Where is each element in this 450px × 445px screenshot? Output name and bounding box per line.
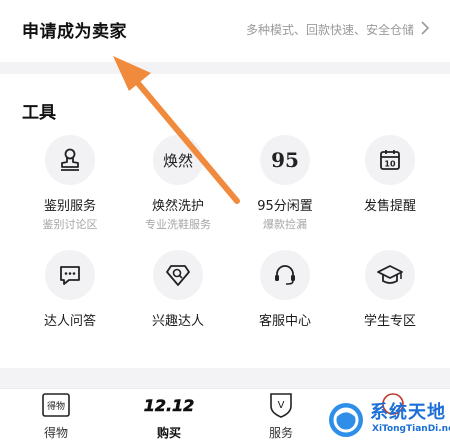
tool-label: 95分闲置 bbox=[257, 199, 313, 214]
headset-icon bbox=[260, 250, 310, 300]
tools-section-title: 工具 bbox=[22, 103, 56, 123]
tool-label: 达人问答 bbox=[43, 314, 96, 329]
tool-label: 发售提醒 bbox=[363, 199, 416, 214]
tool-sublabel: 专业洗鞋服务 bbox=[145, 218, 211, 231]
tool-release-reminder[interactable]: 10 发售提醒 bbox=[334, 135, 446, 214]
tool-authentication-service[interactable]: 鉴别服务 鉴别讨论区 bbox=[14, 135, 126, 232]
graduation-cap-icon bbox=[365, 250, 415, 300]
tool-label: 兴趣达人 bbox=[151, 314, 204, 329]
chat-bubble-icon bbox=[45, 250, 95, 300]
tool-95-idle[interactable]: 95 95分闲置 爆款捡漏 bbox=[229, 135, 341, 232]
tab-service[interactable]: V 服务 bbox=[246, 392, 316, 441]
section-divider bbox=[0, 62, 450, 74]
95-logo-text: 95 bbox=[271, 148, 299, 172]
tab-dewu[interactable]: 得物 得物 bbox=[21, 392, 91, 441]
tool-label: 学生专区 bbox=[363, 314, 416, 329]
tool-student-zone[interactable]: 学生专区 bbox=[334, 250, 446, 329]
become-seller-subtitle: 多种模式、回款快速、安全仓储 bbox=[245, 23, 414, 37]
dewu-logo-text: 得物 bbox=[47, 400, 65, 412]
watermark-title: 系统天地 bbox=[370, 402, 446, 423]
tool-sneaker-cleaning[interactable]: 焕然 焕然洗护 专业洗鞋服务 bbox=[122, 135, 234, 232]
diamond-search-icon bbox=[153, 250, 203, 300]
huanran-logo-text: 焕然 bbox=[162, 151, 193, 170]
calendar-icon: 10 bbox=[365, 135, 415, 185]
shield-v-text: V bbox=[278, 400, 285, 411]
tool-interest-expert[interactable]: 兴趣达人 bbox=[122, 250, 234, 329]
become-seller-title: 申请成为卖家 bbox=[22, 22, 127, 42]
chevron-right-icon bbox=[421, 21, 430, 35]
tab-label: 服务 bbox=[268, 426, 293, 440]
tab-buy[interactable]: 12.12 购买 bbox=[134, 392, 204, 441]
tool-customer-service[interactable]: 客服中心 bbox=[229, 250, 341, 329]
authenticate-stamp-icon bbox=[45, 135, 95, 185]
double-12-logo-text: 12.12 bbox=[144, 396, 194, 415]
section-divider bbox=[0, 368, 450, 388]
tab-label: 得物 bbox=[43, 426, 68, 440]
95-logo-icon: 95 bbox=[260, 135, 310, 185]
tool-label: 鉴别服务 bbox=[43, 199, 96, 214]
tool-label: 客服中心 bbox=[258, 314, 311, 329]
huanran-logo-icon: 焕然 bbox=[153, 135, 203, 185]
shield-v-icon: V bbox=[270, 393, 292, 418]
tool-expert-qa[interactable]: 达人问答 bbox=[14, 250, 126, 329]
dewu-logo-icon: 得物 bbox=[42, 393, 70, 417]
tab-label: 购买 bbox=[156, 426, 181, 440]
double-12-logo-icon: 12.12 bbox=[143, 396, 194, 416]
tool-sublabel: 爆款捡漏 bbox=[263, 218, 307, 231]
tool-sublabel: 鉴别讨论区 bbox=[42, 218, 98, 231]
tool-label: 焕然洗护 bbox=[151, 199, 204, 214]
watermark-url: XiTongTianDi.net bbox=[372, 424, 450, 434]
calendar-day-text: 10 bbox=[384, 160, 396, 169]
